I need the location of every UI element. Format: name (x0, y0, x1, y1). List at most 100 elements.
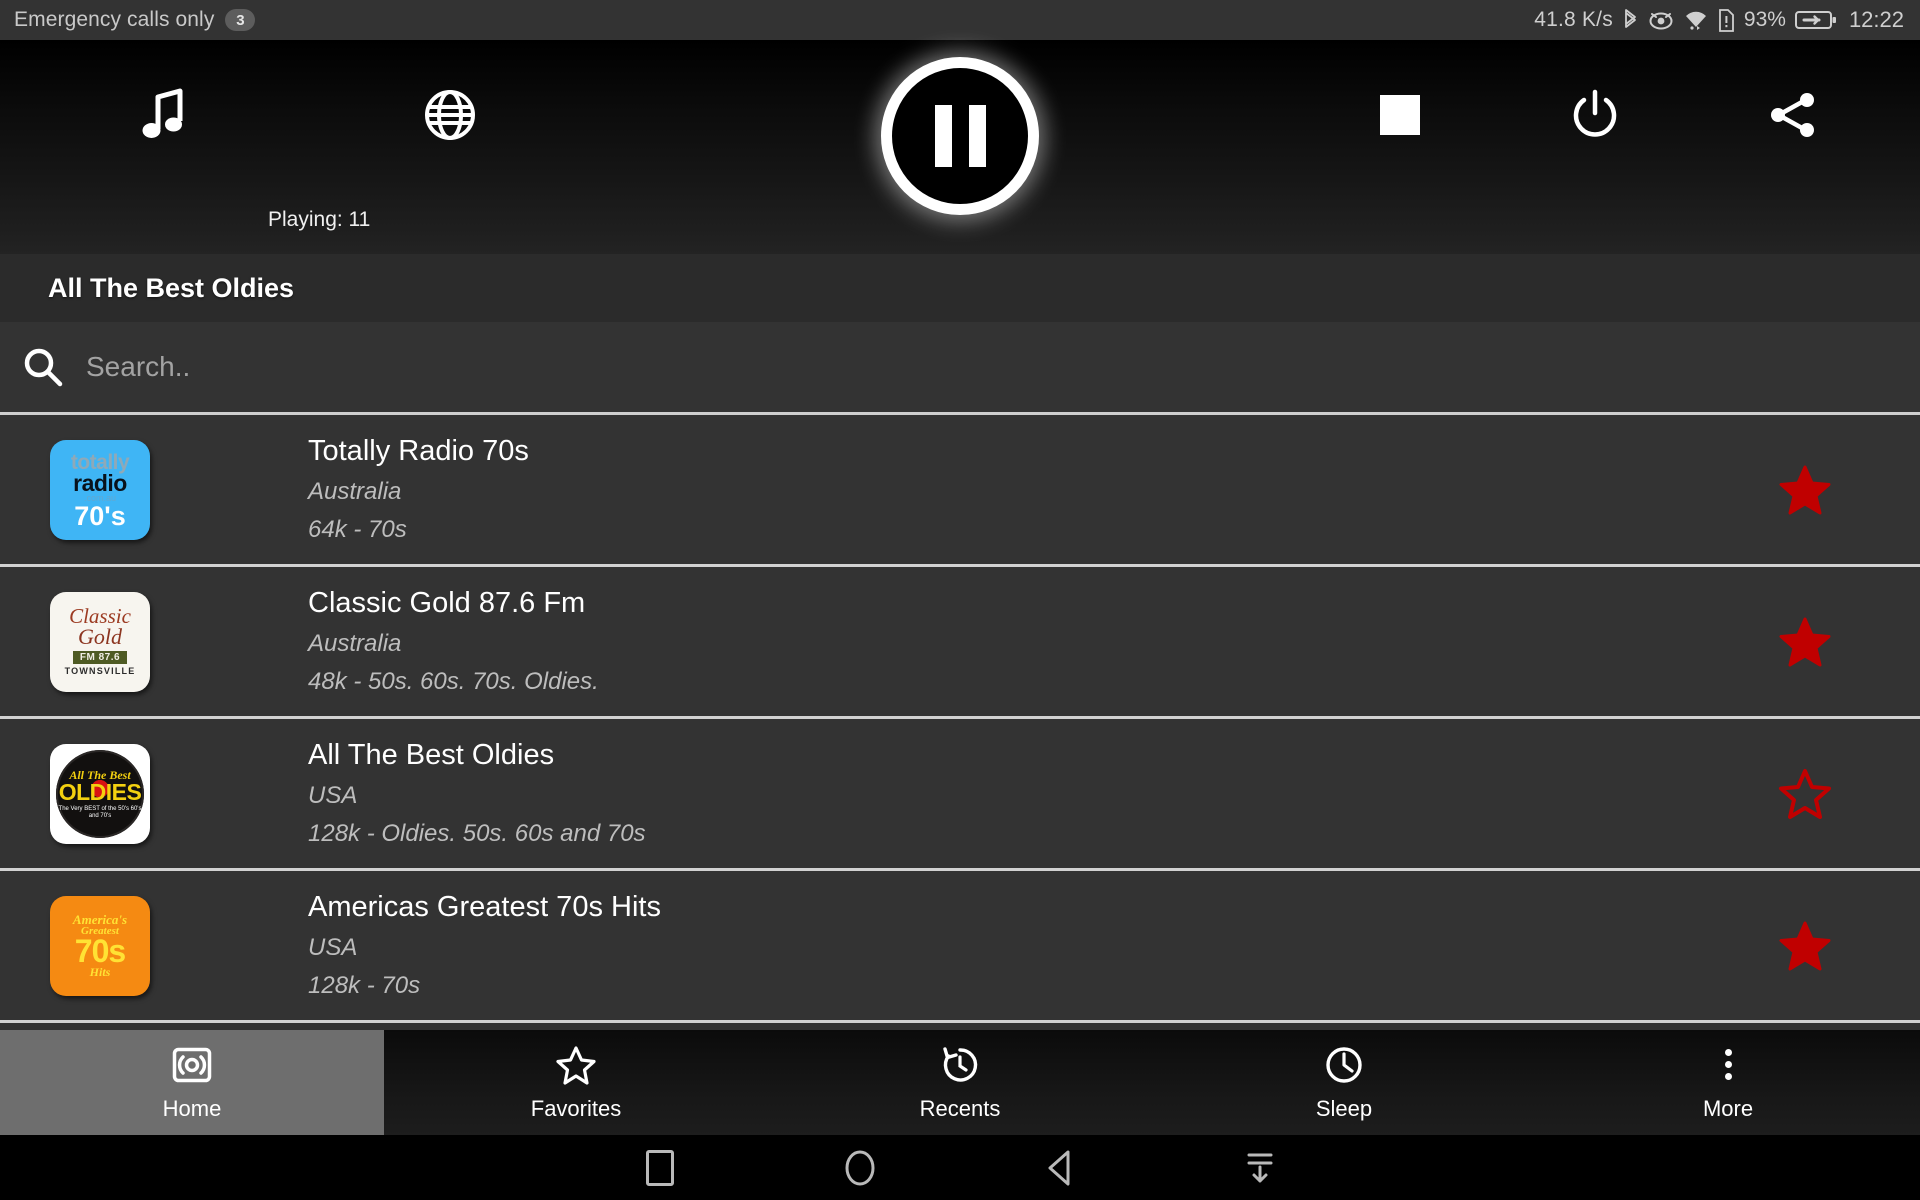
station-info: Americas Greatest 70s Hits USA 128k - 70… (200, 891, 1690, 1000)
table-row[interactable]: Classic Gold FM 87.6 TOWNSVILLE Classic … (0, 567, 1920, 719)
favorite-toggle[interactable] (1690, 464, 1920, 516)
favorite-toggle[interactable] (1690, 768, 1920, 820)
carrier-label: Emergency calls only (14, 8, 215, 31)
station-name: Totally Radio 70s (308, 435, 529, 467)
table-row[interactable]: America's Greatest 70s Hits Americas Gre… (0, 871, 1920, 1023)
playing-count-label: Playing: 11 (268, 208, 371, 231)
play-pause-button[interactable] (874, 50, 1046, 222)
square-glyph (646, 1149, 674, 1186)
pause-bar-left (934, 105, 952, 167)
tab-label: More (1702, 1095, 1754, 1121)
logo-line-2: radio (73, 469, 127, 496)
hide-navbar-icon[interactable] (1225, 1147, 1295, 1189)
station-country: USA (308, 782, 358, 809)
station-meta: 64k - 70s (308, 516, 407, 543)
station-name: All The Best Oldies (308, 739, 555, 771)
logo-line-3: The Very BEST of the 50's 60's and 70's (58, 806, 142, 819)
radio-app-screen: Emergency calls only 3 41.8 K/s 93% 12:2… (0, 0, 1920, 1200)
tab-label: Recents (919, 1095, 1001, 1121)
status-bar-right: 41.8 K/s 93% 12:22 (1534, 7, 1904, 33)
circle-icon[interactable] (825, 1147, 895, 1189)
station-logo-cell: All The Best OLDIES The Very BEST of the… (0, 743, 200, 844)
logo-line-4: TOWNSVILLE (64, 666, 136, 677)
radio-broadcast-icon (172, 1044, 212, 1086)
square-icon[interactable] (625, 1149, 695, 1186)
bluetooth-icon (1622, 8, 1639, 32)
station-name: Classic Gold 87.6 Fm (308, 587, 586, 619)
station-logo-cell: Classic Gold FM 87.6 TOWNSVILLE (0, 591, 200, 692)
now-playing-title: All The Best Oldies (0, 254, 1920, 322)
tab-home[interactable]: Home (0, 1030, 384, 1135)
tab-label: Favorites (530, 1095, 622, 1121)
clock-icon (1324, 1044, 1364, 1086)
logo-line-1: Classic (69, 603, 131, 628)
logo-line-1: America's (72, 911, 128, 927)
eye-icon (1648, 10, 1674, 30)
star-filled-icon (1779, 617, 1831, 666)
bottom-tab-bar: Home Favorites Recents Sleep More (0, 1030, 1920, 1135)
vinyl-record-icon: All The Best OLDIES The Very BEST of the… (56, 749, 144, 838)
battery-charging-icon (1794, 9, 1837, 31)
logo-line-3: 70s (74, 932, 126, 969)
battery-percent-label: 93% (1743, 8, 1786, 31)
android-navigation-bar (0, 1135, 1920, 1200)
logo-line-2: OLDIES (58, 779, 142, 806)
triangle-back-icon[interactable] (1025, 1147, 1095, 1189)
station-logo: Classic Gold FM 87.6 TOWNSVILLE (50, 591, 150, 692)
station-country: Australia (308, 478, 402, 505)
pause-icon (881, 57, 1039, 215)
status-bar-left: Emergency calls only 3 (14, 8, 256, 32)
station-logo-cell: America's Greatest 70s Hits (0, 895, 200, 996)
star-filled-icon (1779, 921, 1831, 970)
logo-line-4: 70's (74, 501, 126, 532)
logo-line-3: FM 87.6 (72, 651, 128, 665)
tab-more[interactable]: More (1536, 1030, 1920, 1135)
station-logo-cell: totally radio .com.au 70's (0, 439, 200, 540)
music-note-icon[interactable] (120, 40, 210, 190)
station-info: All The Best Oldies USA 128k - Oldies. 5… (200, 739, 1690, 848)
station-info: Classic Gold 87.6 Fm Australia 48k - 50s… (200, 587, 1690, 696)
search-icon (0, 345, 86, 389)
favorite-toggle[interactable] (1690, 616, 1920, 668)
power-icon[interactable] (1550, 40, 1640, 190)
pause-bar-right (968, 105, 986, 167)
station-list[interactable]: totally radio .com.au 70's Totally Radio… (0, 415, 1920, 1030)
table-row[interactable]: totally radio .com.au 70's Totally Radio… (0, 415, 1920, 567)
station-meta: 128k - Oldies. 50s. 60s and 70s (308, 820, 646, 847)
star-outline-icon (555, 1044, 597, 1086)
share-icon[interactable] (1748, 40, 1838, 190)
tab-favorites[interactable]: Favorites (384, 1030, 768, 1135)
sim-alert-icon (1718, 8, 1735, 32)
favorite-toggle[interactable] (1690, 920, 1920, 972)
globe-icon[interactable] (405, 40, 495, 190)
star-outline-icon (1779, 768, 1831, 819)
station-logo: totally radio .com.au 70's (50, 439, 150, 540)
search-bar[interactable] (0, 322, 1920, 415)
android-status-bar: Emergency calls only 3 41.8 K/s 93% 12:2… (0, 0, 1920, 40)
stop-icon[interactable] (1355, 40, 1445, 190)
tab-recents[interactable]: Recents (768, 1030, 1152, 1135)
tab-label: Home (162, 1095, 222, 1121)
tab-label: Sleep (1315, 1095, 1373, 1121)
star-filled-icon (1779, 465, 1831, 514)
station-info: Totally Radio 70s Australia 64k - 70s (200, 435, 1690, 544)
station-country: USA (308, 934, 358, 961)
station-country: Australia (308, 630, 402, 657)
station-meta: 128k - 70s (308, 972, 421, 999)
logo-line-4: Hits (89, 965, 111, 980)
logo-line-2: Gold (78, 624, 122, 650)
clock-label: 12:22 (1848, 7, 1904, 32)
network-speed-label: 41.8 K/s (1534, 8, 1613, 31)
history-icon (940, 1044, 980, 1086)
three-dots-glyph (1724, 1049, 1732, 1080)
table-row[interactable]: All The Best OLDIES The Very BEST of the… (0, 719, 1920, 871)
wifi-icon (1683, 9, 1709, 31)
station-logo: All The Best OLDIES The Very BEST of the… (50, 743, 150, 844)
search-input[interactable] (86, 351, 1920, 383)
tab-sleep[interactable]: Sleep (1152, 1030, 1536, 1135)
notification-count-badge: 3 (225, 9, 256, 31)
player-header: Playing: 11 (0, 40, 1920, 254)
player-controls-row (0, 40, 1920, 215)
station-name: Americas Greatest 70s Hits (308, 891, 661, 923)
station-logo: America's Greatest 70s Hits (50, 895, 150, 996)
